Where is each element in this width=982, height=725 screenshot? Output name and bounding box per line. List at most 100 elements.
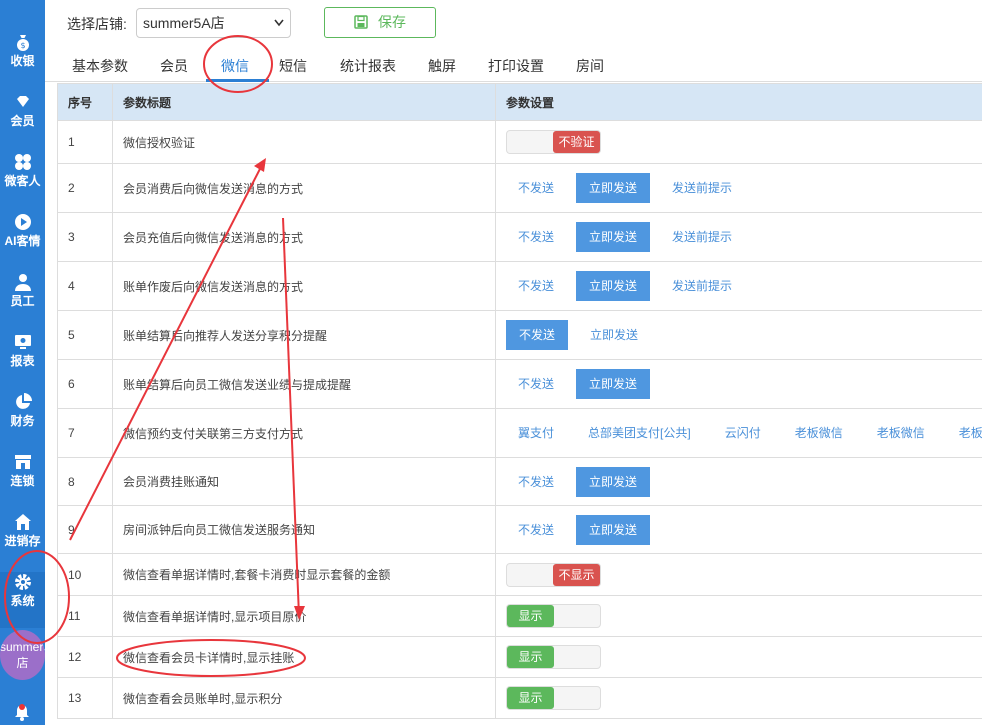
tab-wechat[interactable]: 微信 bbox=[221, 56, 249, 76]
store-select[interactable]: summer5A店 bbox=[136, 8, 291, 38]
nav-label: 财务 bbox=[10, 414, 35, 428]
sidebar: $ 收银 会员 微客人 AI客情 员工 报表 财务 连锁 进销存 系统 summ… bbox=[0, 0, 45, 725]
nav-member[interactable]: 会员 bbox=[0, 92, 45, 148]
table-row: 11 微信查看单据详情时,显示项目原价 显示 bbox=[57, 595, 982, 637]
option-no-send[interactable]: 不发送 bbox=[506, 320, 569, 350]
nav-cashier[interactable]: $ 收银 bbox=[0, 32, 45, 88]
row-title: 会员消费挂账通知 bbox=[112, 457, 496, 506]
main-content: 选择店铺: summer5A店 保存 基本参数 会员 微信 短信 统计报表 触屏… bbox=[45, 0, 982, 725]
tab-sms[interactable]: 短信 bbox=[279, 56, 307, 76]
tab-basic[interactable]: 基本参数 bbox=[72, 56, 128, 76]
svg-text:$: $ bbox=[20, 41, 25, 50]
table-row: 8 会员消费挂账通知 不发送 立即发送 bbox=[57, 457, 982, 506]
nav-inventory[interactable]: 进销存 bbox=[0, 512, 45, 568]
tab-stats-report[interactable]: 统计报表 bbox=[340, 56, 396, 76]
option-send-now[interactable]: 立即发送 bbox=[576, 271, 651, 301]
nav-label: 报表 bbox=[10, 354, 35, 368]
row-title: 会员充值后向微信发送消息的方式 bbox=[112, 212, 496, 262]
show-credit-toggle[interactable]: 显示 bbox=[506, 645, 601, 669]
nav-staff[interactable]: 员工 bbox=[0, 272, 45, 328]
col-no: 序号 bbox=[57, 83, 113, 121]
option-boss[interactable]: 老板 bbox=[947, 418, 982, 448]
nav-wechat-guest[interactable]: 微客人 bbox=[0, 152, 45, 208]
auth-verify-toggle[interactable]: 不验证 bbox=[506, 130, 601, 154]
option-send-now[interactable]: 立即发送 bbox=[576, 514, 651, 545]
option-send-now[interactable]: 立即发送 bbox=[576, 369, 651, 399]
save-button[interactable]: 保存 bbox=[324, 7, 436, 38]
chevron-down-icon bbox=[274, 19, 284, 27]
option-prompt-before-send[interactable]: 发送前提示 bbox=[660, 222, 744, 252]
option-bestpay[interactable]: 翼支付 bbox=[506, 418, 566, 448]
nav-ai[interactable]: AI客情 bbox=[0, 212, 45, 268]
nav-label: 员工 bbox=[10, 294, 35, 308]
col-title: 参数标题 bbox=[112, 83, 496, 121]
tab-bar: 基本参数 会员 微信 短信 统计报表 触屏 打印设置 房间 bbox=[45, 44, 982, 82]
avatar[interactable]: summer5A店 bbox=[0, 630, 45, 680]
row-no: 2 bbox=[57, 163, 113, 213]
show-original-price-toggle[interactable]: 显示 bbox=[506, 604, 601, 628]
house-icon bbox=[14, 514, 31, 530]
option-send-now[interactable]: 立即发送 bbox=[576, 222, 651, 252]
nav-report[interactable]: 报表 bbox=[0, 332, 45, 388]
option-unionpay-quickpass[interactable]: 云闪付 bbox=[713, 418, 773, 448]
option-no-send[interactable]: 不发送 bbox=[506, 515, 566, 545]
row-title: 微信预约支付关联第三方支付方式 bbox=[112, 408, 496, 458]
store-select-value: summer5A店 bbox=[143, 15, 225, 31]
option-prompt-before-send[interactable]: 发送前提示 bbox=[660, 173, 744, 203]
row-title: 微信查看会员账单时,显示积分 bbox=[112, 677, 496, 719]
save-label: 保存 bbox=[378, 14, 406, 30]
monitor-icon bbox=[14, 335, 31, 349]
row-no: 5 bbox=[57, 310, 113, 360]
row-no: 10 bbox=[57, 553, 113, 596]
option-send-now[interactable]: 立即发送 bbox=[576, 466, 651, 497]
option-no-send[interactable]: 不发送 bbox=[506, 222, 566, 252]
table-row: 3 会员充值后向微信发送消息的方式 不发送 立即发送 发送前提示 bbox=[57, 212, 982, 262]
show-points-toggle[interactable]: 显示 bbox=[506, 686, 601, 710]
option-meituan-pay[interactable]: 总部美团支付[公共] bbox=[576, 418, 703, 448]
toggle-label: 显示 bbox=[507, 605, 554, 627]
option-send-now[interactable]: 立即发送 bbox=[576, 173, 651, 203]
option-no-send[interactable]: 不发送 bbox=[506, 173, 566, 203]
row-no: 9 bbox=[57, 505, 113, 554]
show-package-amount-toggle[interactable]: 不显示 bbox=[506, 562, 601, 587]
row-title: 账单结算后向员工微信发送业绩与提成提醒 bbox=[112, 359, 496, 409]
table-row: 1 微信授权验证 不验证 bbox=[57, 120, 982, 164]
store-label: 选择店铺: bbox=[67, 16, 127, 32]
option-no-send[interactable]: 不发送 bbox=[506, 369, 566, 399]
option-no-send[interactable]: 不发送 bbox=[506, 467, 566, 497]
toolbar: 选择店铺: summer5A店 保存 bbox=[45, 0, 982, 44]
nav-chain[interactable]: 连锁 bbox=[0, 452, 45, 508]
nav-finance[interactable]: 财务 bbox=[0, 392, 45, 448]
diamond-icon bbox=[16, 96, 29, 107]
option-boss-wechat[interactable]: 老板微信 bbox=[783, 418, 855, 448]
option-send-now[interactable]: 立即发送 bbox=[578, 320, 650, 350]
nav-label: 连锁 bbox=[10, 474, 35, 488]
nav-label: 进销存 bbox=[4, 534, 41, 548]
row-no: 4 bbox=[57, 261, 113, 311]
toggle-label: 不显示 bbox=[553, 563, 600, 586]
row-no: 1 bbox=[57, 120, 113, 164]
pie-chart-icon bbox=[15, 393, 32, 409]
row-title: 微信查看单据详情时,显示项目原价 bbox=[112, 595, 496, 637]
table-row: 10 微信查看单据详情时,套餐卡消费时显示套餐的金额 不显示 bbox=[57, 553, 982, 596]
tab-touchscreen[interactable]: 触屏 bbox=[428, 56, 456, 76]
option-no-send[interactable]: 不发送 bbox=[506, 271, 566, 301]
nav-label: 会员 bbox=[10, 114, 35, 128]
store-icon bbox=[14, 455, 31, 469]
money-bag-icon: $ bbox=[16, 35, 29, 51]
person-icon bbox=[14, 274, 31, 291]
row-title: 账单结算后向推荐人发送分享积分提醒 bbox=[112, 310, 496, 360]
tab-room[interactable]: 房间 bbox=[576, 56, 604, 76]
table-row: 7 微信预约支付关联第三方支付方式 翼支付 总部美团支付[公共] 云闪付 老板微信 老板… bbox=[57, 408, 982, 458]
option-boss-wechat[interactable]: 老板微信 bbox=[865, 418, 937, 448]
gear-icon bbox=[14, 574, 31, 590]
toggle-label: 显示 bbox=[507, 687, 554, 709]
notification-dot bbox=[19, 704, 25, 710]
row-title: 微信查看单据详情时,套餐卡消费时显示套餐的金额 bbox=[112, 553, 496, 596]
option-prompt-before-send[interactable]: 发送前提示 bbox=[660, 271, 744, 301]
table-header-row: 序号 参数标题 参数设置 bbox=[57, 83, 982, 121]
tab-member[interactable]: 会员 bbox=[160, 56, 188, 76]
nav-label: 微客人 bbox=[4, 174, 41, 188]
nav-system[interactable]: 系统 bbox=[0, 572, 45, 628]
tab-print-settings[interactable]: 打印设置 bbox=[488, 56, 544, 76]
